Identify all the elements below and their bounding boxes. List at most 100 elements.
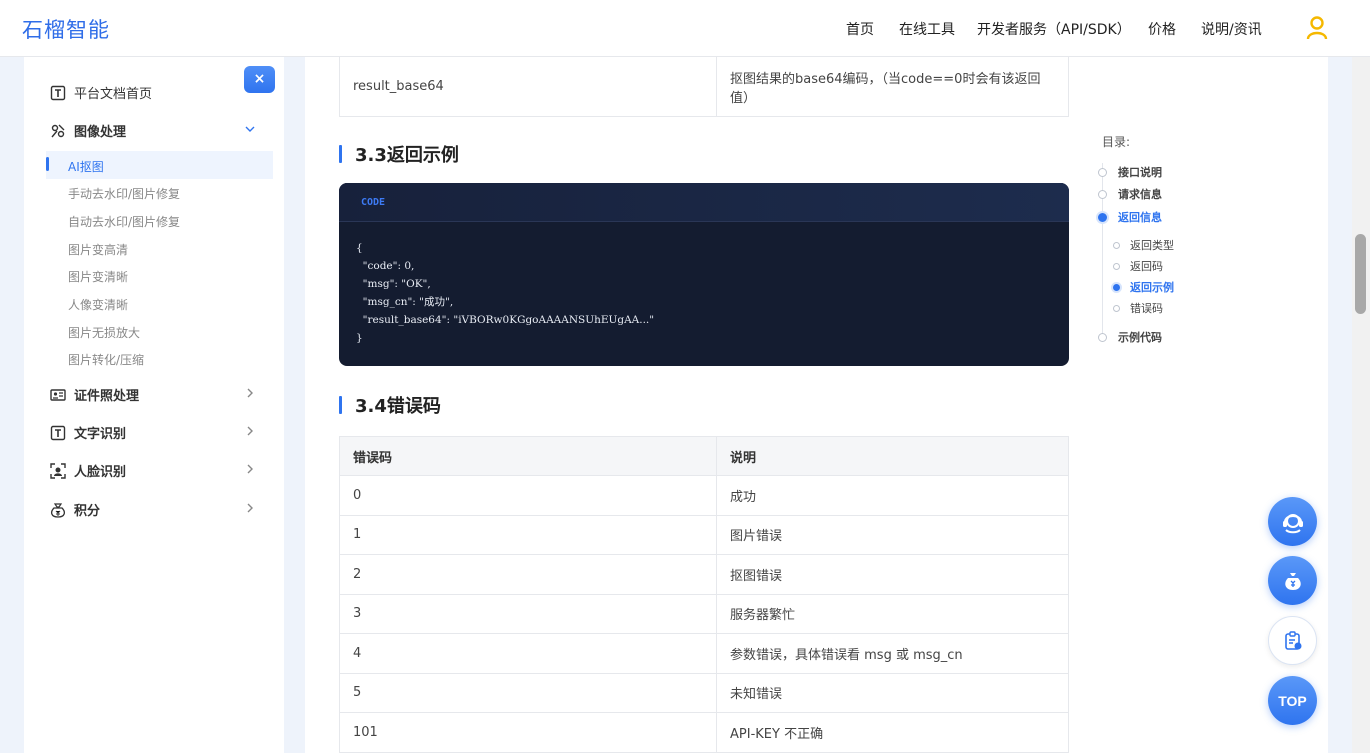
code-block-header — [339, 183, 1069, 222]
toc-item-interface[interactable]: 接口说明 — [1098, 164, 1162, 180]
sidebar-sub-hd[interactable]: 图片变高清 — [68, 241, 128, 258]
sidebar-item-home[interactable]: 平台文档首页 — [50, 83, 152, 102]
table-cell: 1 — [339, 514, 717, 555]
top-nav-bar: 石榴智能 首页 在线工具 开发者服务（API/SDK） 价格 说明/资讯 — [0, 0, 1370, 57]
section-heading-error-codes: 3.4错误码 — [339, 392, 441, 418]
toc-item-return-example[interactable]: 返回示例 — [1113, 279, 1174, 295]
table-cell: 抠图错误 — [716, 554, 1069, 595]
sidebar-sub-upscale[interactable]: 图片无损放大 — [68, 324, 140, 341]
toc-dot — [1098, 167, 1107, 177]
table-cell: 3 — [339, 593, 717, 634]
code-text[interactable]: { "code": 0, "msg": "OK", "msg_cn": "成功"… — [356, 239, 654, 347]
sidebar-item-ocr[interactable]: 文字识别 — [50, 423, 126, 442]
table-cell: result_base64 — [339, 57, 717, 117]
table-cell: 4 — [339, 633, 717, 674]
sidebar-item-id-photo[interactable]: 证件照处理 — [50, 385, 139, 404]
sidebar-item-image-processing[interactable]: 图像处理 — [50, 121, 126, 140]
chevron-right-icon[interactable] — [244, 387, 256, 402]
table-row: 4 参数错误，具体错误看 msg 或 msg_cn — [339, 633, 1069, 674]
chevron-right-icon[interactable] — [244, 425, 256, 440]
code-block[interactable]: CODE { "code": 0, "msg": "OK", "msg_cn":… — [339, 183, 1069, 366]
page-scrollbar[interactable] — [1352, 57, 1370, 753]
heading-accent-bar — [339, 396, 342, 414]
heading-accent-bar — [339, 145, 342, 163]
table-cell: 图片错误 — [716, 514, 1069, 555]
nav-online-tools[interactable]: 在线工具 — [899, 19, 955, 39]
table-row: result_base64 抠图结果的base64编码，（当code==0时会有… — [339, 57, 1069, 117]
sidebar-sub-ai-matting[interactable]: AI抠图 — [68, 158, 104, 175]
sidebar-sub-portrait[interactable]: 人像变清晰 — [68, 296, 128, 313]
toc-dot — [1113, 262, 1120, 270]
toc-dot-active — [1098, 212, 1107, 222]
chevron-right-icon[interactable] — [244, 463, 256, 478]
table-row: 2 抠图错误 — [339, 554, 1069, 595]
site-logo[interactable]: 石榴智能 — [22, 14, 110, 44]
toc-dot — [1098, 189, 1107, 199]
points-button[interactable] — [1268, 556, 1317, 605]
table-cell: 抠图结果的base64编码，（当code==0时会有该返回值） — [716, 57, 1069, 117]
chevron-right-icon[interactable] — [244, 502, 256, 517]
customer-service-button[interactable] — [1268, 497, 1317, 546]
sidebar-close-button[interactable]: × — [244, 66, 275, 93]
image-processing-icon — [51, 124, 65, 137]
nav-pricing[interactable]: 价格 — [1148, 19, 1176, 39]
table-cell: 101 — [339, 712, 717, 753]
sidebar-sub-convert[interactable]: 图片转化/压缩 — [68, 351, 144, 368]
active-indicator — [46, 157, 49, 171]
table-cell: 2 — [339, 554, 717, 595]
table-header-row: 错误码 说明 — [339, 436, 1069, 476]
toc-dot — [1113, 241, 1120, 249]
table-cell: 5 — [339, 672, 717, 713]
toc-item-return-type[interactable]: 返回类型 — [1113, 237, 1174, 253]
back-to-top-button[interactable]: TOP — [1268, 676, 1317, 725]
scrollbar-thumb[interactable] — [1355, 234, 1366, 314]
money-bag-icon — [1284, 572, 1301, 590]
toc-dot — [1098, 332, 1107, 342]
toc-item-sample-code[interactable]: 示例代码 — [1098, 329, 1162, 345]
toc-item-error-code[interactable]: 错误码 — [1113, 300, 1163, 316]
toc-dot-active — [1113, 283, 1120, 291]
headset-icon — [1282, 513, 1303, 533]
code-tag: CODE — [361, 197, 386, 208]
toc-dot — [1113, 304, 1120, 312]
toc-item-response[interactable]: 返回信息 — [1098, 209, 1162, 225]
toc-item-return-code[interactable]: 返回码 — [1113, 258, 1163, 274]
error-code-table: 错误码 说明 0 成功 1 图片错误 2 抠图错误 3 服务器繁忙 4 参数错误，具体错误… — [339, 436, 1069, 753]
doc-sidebar: × 平台文档首页 图像处理 AI抠图 手动去水印/图片修复 自动去水印/图片修复… — [24, 57, 284, 753]
table-cell: 0 — [339, 475, 717, 516]
table-row: 0 成功 — [339, 475, 1069, 516]
sidebar-sub-manual-watermark[interactable]: 手动去水印/图片修复 — [68, 185, 180, 202]
return-fields-table: result_base64 抠图结果的base64编码，（当code==0时会有… — [339, 57, 1069, 117]
doc-content: result_base64 抠图结果的base64编码，（当code==0时会有… — [305, 57, 1328, 753]
sidebar-item-points[interactable]: 积分 — [50, 500, 100, 519]
table-cell: 成功 — [716, 475, 1069, 516]
chevron-down-icon[interactable] — [244, 123, 256, 138]
nav-developer-services[interactable]: 开发者服务（API/SDK） — [977, 19, 1131, 39]
table-cell: 未知错误 — [716, 672, 1069, 713]
id-card-icon — [50, 388, 66, 401]
table-header: 错误码 — [339, 436, 717, 476]
face-scan-icon — [50, 462, 66, 479]
toc-item-request[interactable]: 请求信息 — [1098, 186, 1162, 202]
table-cell: API-KEY 不正确 — [716, 712, 1069, 753]
money-bag-icon — [51, 502, 65, 518]
section-heading-return-example: 3.3返回示例 — [339, 141, 459, 167]
user-icon[interactable] — [1306, 16, 1328, 40]
table-row: 1 图片错误 — [339, 514, 1069, 555]
feedback-button[interactable] — [1268, 616, 1317, 665]
table-cell: 服务器繁忙 — [716, 593, 1069, 634]
toc-title: 目录: — [1102, 135, 1131, 149]
text-recognition-icon — [50, 425, 66, 440]
table-row: 3 服务器繁忙 — [339, 593, 1069, 634]
sidebar-sub-sharpen[interactable]: 图片变清晰 — [68, 268, 128, 285]
nav-home[interactable]: 首页 — [846, 19, 874, 39]
nav-news[interactable]: 说明/资讯 — [1201, 19, 1262, 39]
table-cell: 参数错误，具体错误看 msg 或 msg_cn — [716, 633, 1069, 674]
text-doc-icon — [50, 85, 66, 100]
table-header: 说明 — [716, 436, 1069, 476]
table-row: 101 API-KEY 不正确 — [339, 712, 1069, 753]
clipboard-icon — [1284, 630, 1301, 650]
sidebar-sub-auto-watermark[interactable]: 自动去水印/图片修复 — [68, 213, 180, 230]
sidebar-item-face[interactable]: 人脸识别 — [50, 461, 126, 480]
table-row: 5 未知错误 — [339, 672, 1069, 713]
